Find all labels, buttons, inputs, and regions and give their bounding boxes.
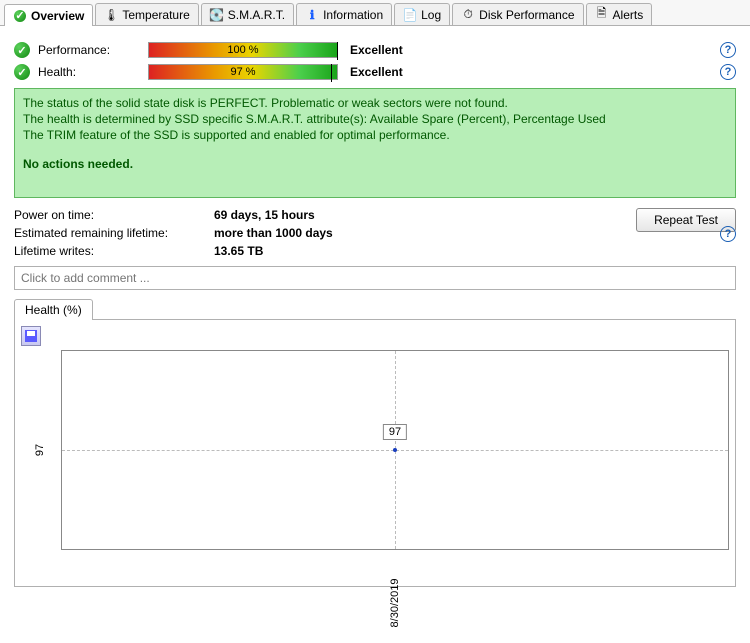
health-gauge: 97 % bbox=[148, 64, 338, 80]
status-line: The TRIM feature of the SSD is supported… bbox=[23, 127, 727, 143]
status-line: The status of the solid state disk is PE… bbox=[23, 95, 727, 111]
tab-label: Disk Performance bbox=[479, 8, 574, 22]
tab-label: Alerts bbox=[613, 8, 644, 22]
chart-point bbox=[393, 448, 397, 452]
chart-container: 97 97 8/30/2019 bbox=[14, 320, 736, 587]
tab-label: Overview bbox=[31, 9, 84, 23]
check-circle-icon bbox=[13, 9, 27, 23]
overview-panel: Performance: 100 % Excellent ? Health: 9… bbox=[0, 26, 750, 591]
performance-gauge: 100 % bbox=[148, 42, 338, 58]
help-icon[interactable]: ? bbox=[720, 226, 736, 242]
tab-alerts[interactable]: 🗎 Alerts bbox=[586, 3, 653, 25]
info-icon: ℹ bbox=[305, 8, 319, 22]
health-status: Excellent bbox=[350, 65, 403, 79]
drive-icon: 💽 bbox=[210, 8, 224, 22]
comment-input[interactable] bbox=[14, 266, 736, 290]
tab-label: Information bbox=[323, 8, 383, 22]
help-icon[interactable]: ? bbox=[720, 64, 736, 80]
performance-label: Performance: bbox=[38, 43, 148, 57]
tab-label: Log bbox=[421, 8, 441, 22]
remaining-label: Estimated remaining lifetime: bbox=[14, 226, 214, 240]
status-line: The health is determined by SSD specific… bbox=[23, 111, 727, 127]
save-chart-button[interactable] bbox=[21, 326, 41, 346]
chart-point-label: 97 bbox=[383, 424, 407, 440]
tab-label: S.M.A.R.T. bbox=[228, 8, 285, 22]
floppy-icon bbox=[25, 330, 37, 342]
alerts-icon: 🗎 bbox=[595, 8, 609, 22]
x-axis-tick: 8/30/2019 bbox=[389, 579, 401, 628]
tab-overview[interactable]: Overview bbox=[4, 4, 93, 26]
health-label: Health: bbox=[38, 65, 148, 79]
status-actions: No actions needed. bbox=[23, 156, 727, 172]
main-tabs: Overview 🌡 Temperature 💽 S.M.A.R.T. ℹ In… bbox=[0, 0, 750, 26]
power-on-value: 69 days, 15 hours bbox=[214, 208, 333, 222]
thermometer-icon: 🌡 bbox=[104, 8, 118, 22]
tab-temperature[interactable]: 🌡 Temperature bbox=[95, 3, 198, 25]
status-box: The status of the solid state disk is PE… bbox=[14, 88, 736, 198]
tab-disk-performance[interactable]: ⏱ Disk Performance bbox=[452, 3, 583, 25]
tab-smart[interactable]: 💽 S.M.A.R.T. bbox=[201, 3, 294, 25]
check-icon bbox=[14, 64, 30, 80]
log-icon: 📄 bbox=[403, 8, 417, 22]
info-grid: Power on time: 69 days, 15 hours Repeat … bbox=[14, 208, 736, 258]
check-icon bbox=[14, 42, 30, 58]
performance-value: 100 % bbox=[149, 44, 337, 56]
tab-information[interactable]: ℹ Information bbox=[296, 3, 392, 25]
health-value: 97 % bbox=[149, 66, 337, 78]
gauge-icon: ⏱ bbox=[461, 8, 475, 22]
chart-tab-health[interactable]: Health (%) bbox=[14, 299, 93, 320]
tab-log[interactable]: 📄 Log bbox=[394, 3, 450, 25]
performance-status: Excellent bbox=[350, 43, 403, 57]
writes-label: Lifetime writes: bbox=[14, 244, 214, 258]
writes-value: 13.65 TB bbox=[214, 244, 333, 258]
remaining-value: more than 1000 days bbox=[214, 226, 333, 240]
y-axis-tick: 97 bbox=[34, 444, 46, 456]
chart-tabs: Health (%) bbox=[14, 298, 736, 320]
health-chart: 97 97 8/30/2019 bbox=[61, 350, 729, 550]
health-row: Health: 97 % Excellent ? bbox=[14, 64, 736, 80]
help-icon[interactable]: ? bbox=[720, 42, 736, 58]
tab-label: Temperature bbox=[122, 8, 189, 22]
power-on-label: Power on time: bbox=[14, 208, 214, 222]
performance-row: Performance: 100 % Excellent ? bbox=[14, 42, 736, 58]
